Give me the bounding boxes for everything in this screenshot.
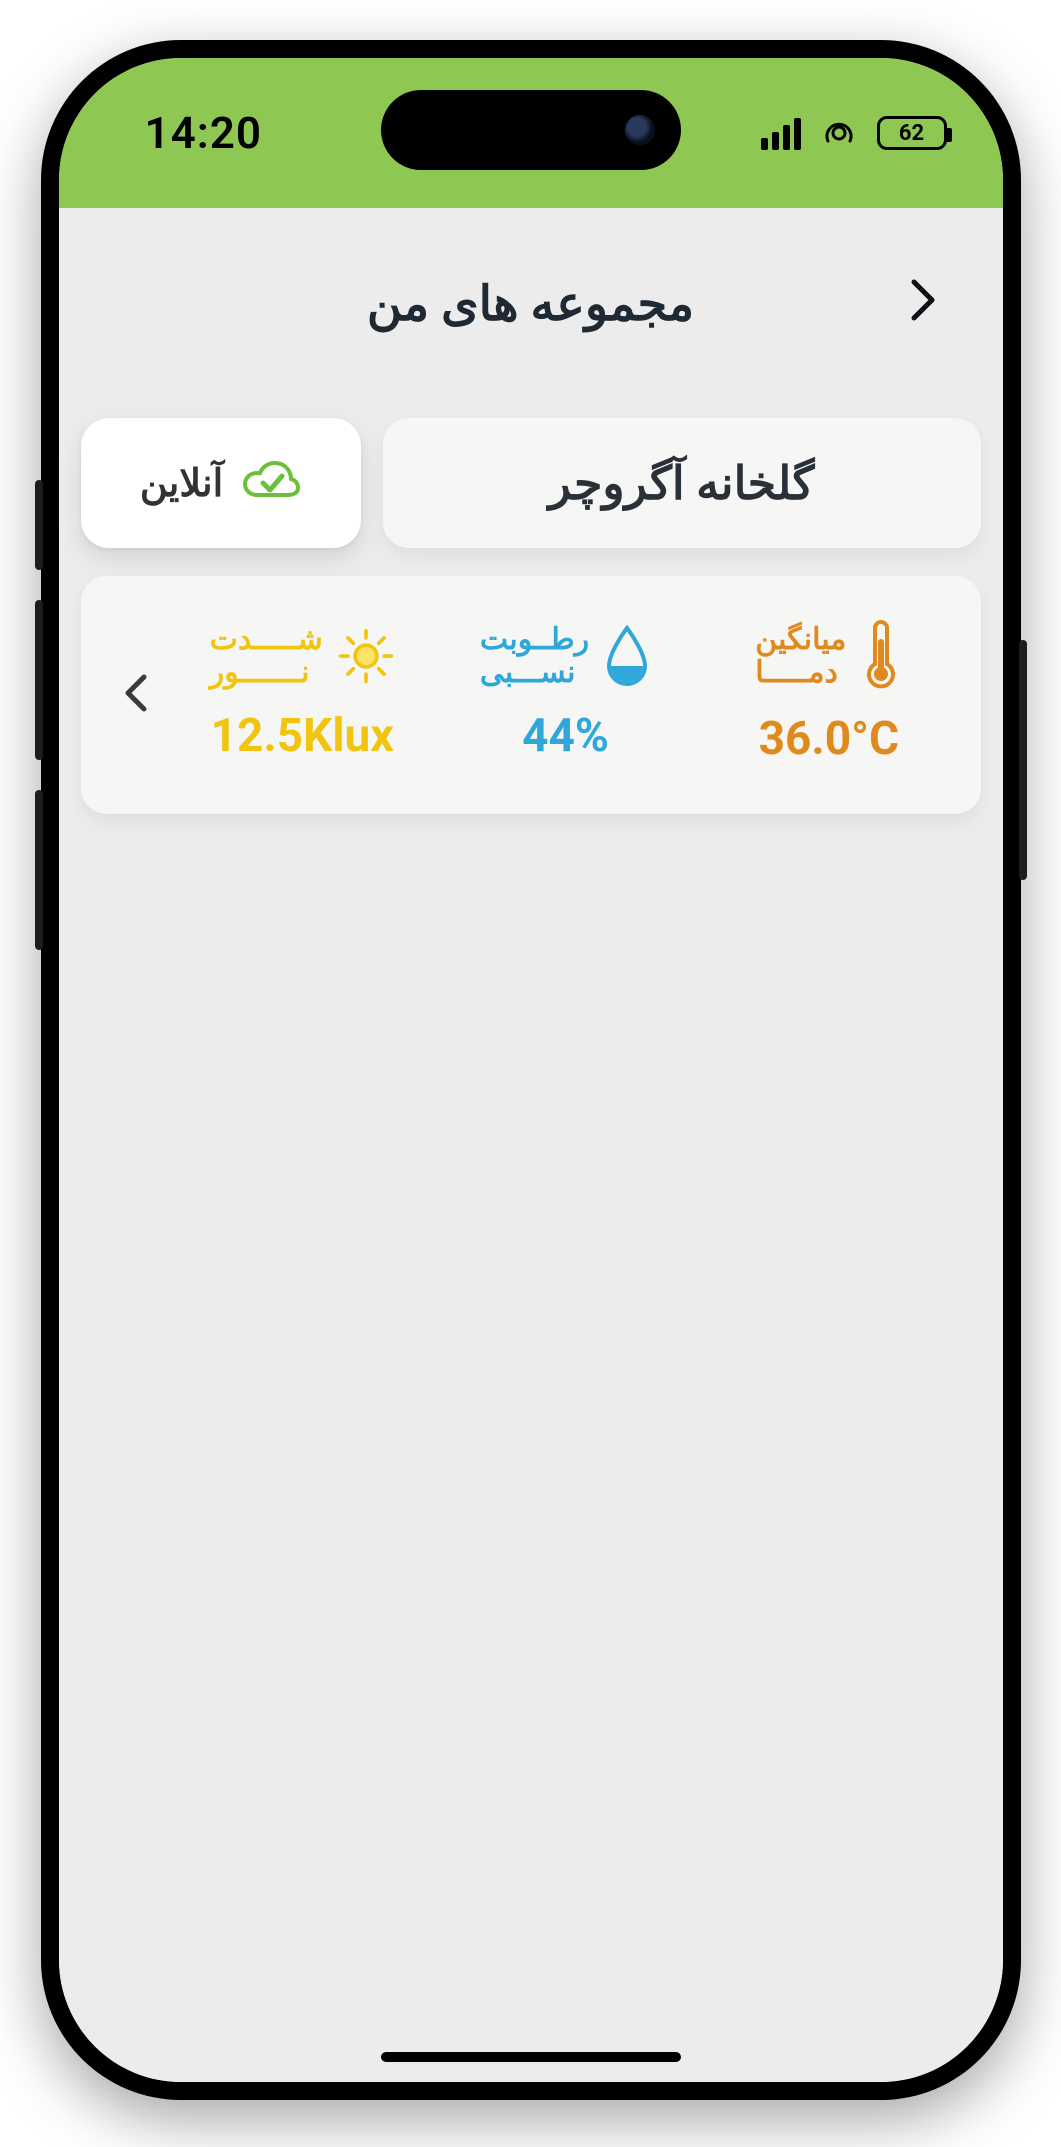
metric-lux-label1: شـــــدت — [210, 623, 323, 656]
hotspot-icon — [819, 117, 859, 149]
metric-temp: میانگین دمـــــا 36.0°C — [697, 620, 960, 766]
droplet-icon — [603, 624, 651, 688]
cellular-icon — [761, 116, 801, 150]
volume-up-button — [35, 600, 43, 760]
metric-lux-value: 12.5Klux — [211, 709, 394, 763]
metric-humidity-label1: رطــوبت — [480, 623, 589, 656]
thermometer-icon — [860, 620, 902, 692]
battery-percent: 62 — [899, 121, 924, 146]
metric-temp-value: 36.0°C — [759, 712, 900, 766]
metric-lux: شـــــدت نـــــــور 12.5Klux — [171, 623, 434, 763]
page-title: مجموعه های من — [367, 275, 694, 332]
side-button — [35, 480, 43, 570]
dynamic-island — [381, 90, 681, 170]
sun-icon — [337, 627, 395, 685]
metrics-card[interactable]: میانگین دمـــــا 36.0°C — [81, 576, 981, 814]
metric-humidity-value: 44% — [522, 709, 609, 763]
app-screen: مجموعه های من آنلاین — [59, 208, 1003, 2082]
metric-humidity: رطــوبت نســـبی 44% — [434, 623, 697, 763]
power-button — [1019, 640, 1027, 880]
home-indicator[interactable] — [381, 2052, 681, 2062]
cloud-check-icon — [241, 461, 301, 505]
volume-down-button — [35, 790, 43, 950]
metric-temp-label1: میانگین — [755, 623, 846, 656]
online-status-label: آنلاین — [140, 461, 223, 506]
status-time: 14:20 — [145, 107, 263, 159]
phone-frame: 14:20 62 مجموعه های من — [41, 40, 1021, 2100]
online-status-chip[interactable]: آنلاین — [81, 418, 361, 548]
greenhouse-card[interactable]: گلخانه آگروچر — [383, 418, 981, 548]
battery-icon: 62 — [877, 116, 947, 150]
front-camera-icon — [625, 115, 655, 145]
page-header: مجموعه های من — [81, 248, 981, 358]
chevron-left-icon — [124, 673, 148, 713]
metrics-more-button[interactable] — [101, 673, 171, 713]
metric-lux-label2: نـــــــور — [210, 656, 310, 689]
chevron-right-icon — [910, 278, 936, 322]
greenhouse-name: گلخانه آگروچر — [549, 456, 815, 511]
back-button[interactable] — [893, 270, 953, 330]
metric-temp-label2: دمـــــا — [755, 656, 838, 689]
metric-humidity-label2: نســـبی — [480, 656, 576, 689]
